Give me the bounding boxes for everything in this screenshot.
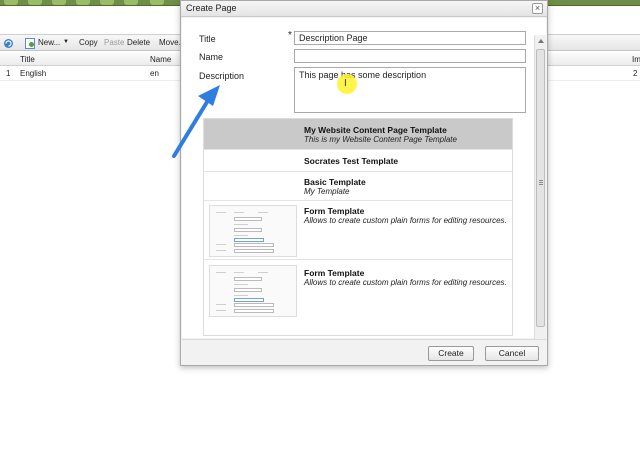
top-tab[interactable] bbox=[150, 0, 164, 5]
text-cursor-icon: I bbox=[344, 78, 347, 89]
top-tab[interactable] bbox=[100, 0, 114, 5]
name-input[interactable] bbox=[294, 49, 526, 63]
cancel-button[interactable]: Cancel bbox=[485, 346, 539, 361]
create-page-dialog: Create Page × Title * Name Description T… bbox=[180, 0, 548, 366]
top-tab[interactable] bbox=[4, 0, 18, 5]
template-item[interactable]: My Website Content Page Template This is… bbox=[204, 119, 512, 150]
template-name: Socrates Test Template bbox=[304, 156, 399, 166]
paste-button[interactable]: Paste bbox=[104, 38, 124, 47]
copy-button[interactable]: Copy bbox=[79, 38, 98, 47]
template-list: My Website Content Page Template This is… bbox=[203, 118, 513, 336]
dialog-body: Title * Name Description This page has s… bbox=[182, 18, 546, 355]
description-label: Description bbox=[199, 71, 245, 81]
column-header-title[interactable]: Title bbox=[20, 55, 35, 64]
cell-name: en bbox=[150, 69, 159, 78]
title-input[interactable] bbox=[294, 31, 526, 45]
top-tab[interactable] bbox=[124, 0, 138, 5]
close-icon[interactable]: × bbox=[532, 3, 543, 14]
column-header-extra[interactable]: Im bbox=[632, 55, 640, 64]
template-name: Basic Template bbox=[304, 177, 366, 187]
column-header-name[interactable]: Name bbox=[150, 55, 171, 64]
template-name: Form Template bbox=[304, 206, 365, 216]
template-description: Allows to create custom plain forms for … bbox=[304, 216, 507, 225]
required-marker: * bbox=[288, 30, 292, 41]
template-description: This is my Website Content Page Template bbox=[304, 135, 457, 144]
template-name: Form Template bbox=[304, 268, 365, 278]
delete-button[interactable]: Delete bbox=[127, 38, 150, 47]
template-item[interactable]: Form Template Allows to create custom pl… bbox=[204, 260, 512, 335]
template-item[interactable]: Socrates Test Template bbox=[204, 150, 512, 172]
top-tab[interactable] bbox=[52, 0, 66, 5]
scroll-up-icon[interactable] bbox=[538, 39, 544, 43]
cursor-highlight bbox=[337, 74, 357, 94]
description-textarea[interactable]: This page has some description bbox=[294, 67, 526, 113]
template-description: My Template bbox=[304, 187, 350, 196]
title-label: Title bbox=[199, 34, 216, 44]
template-thumbnail bbox=[209, 265, 297, 317]
template-description: Allows to create custom plain forms for … bbox=[304, 278, 507, 287]
cell-title: English bbox=[20, 69, 47, 78]
template-thumbnail bbox=[209, 205, 297, 257]
dialog-title-bar[interactable]: Create Page × bbox=[181, 1, 547, 17]
top-tab[interactable] bbox=[28, 0, 42, 5]
name-label: Name bbox=[199, 52, 224, 62]
dialog-scrollbar[interactable] bbox=[534, 35, 546, 355]
template-name: My Website Content Page Template bbox=[304, 125, 447, 135]
new-button[interactable]: New... bbox=[38, 38, 60, 47]
create-button[interactable]: Create bbox=[428, 346, 474, 361]
cell-extra: 2 bbox=[633, 69, 638, 78]
template-item[interactable]: Form Template Allows to create custom pl… bbox=[204, 201, 512, 260]
dropdown-arrow-icon[interactable]: ▼ bbox=[63, 39, 69, 45]
dialog-title: Create Page bbox=[186, 3, 237, 13]
refresh-icon[interactable] bbox=[3, 38, 14, 49]
scrollbar-thumb[interactable] bbox=[536, 49, 545, 327]
template-item[interactable]: Basic Template My Template bbox=[204, 172, 512, 201]
top-tab[interactable] bbox=[76, 0, 90, 5]
row-number: 1 bbox=[6, 69, 11, 78]
dialog-footer: Create Cancel bbox=[182, 339, 546, 365]
new-page-icon[interactable] bbox=[25, 38, 35, 49]
